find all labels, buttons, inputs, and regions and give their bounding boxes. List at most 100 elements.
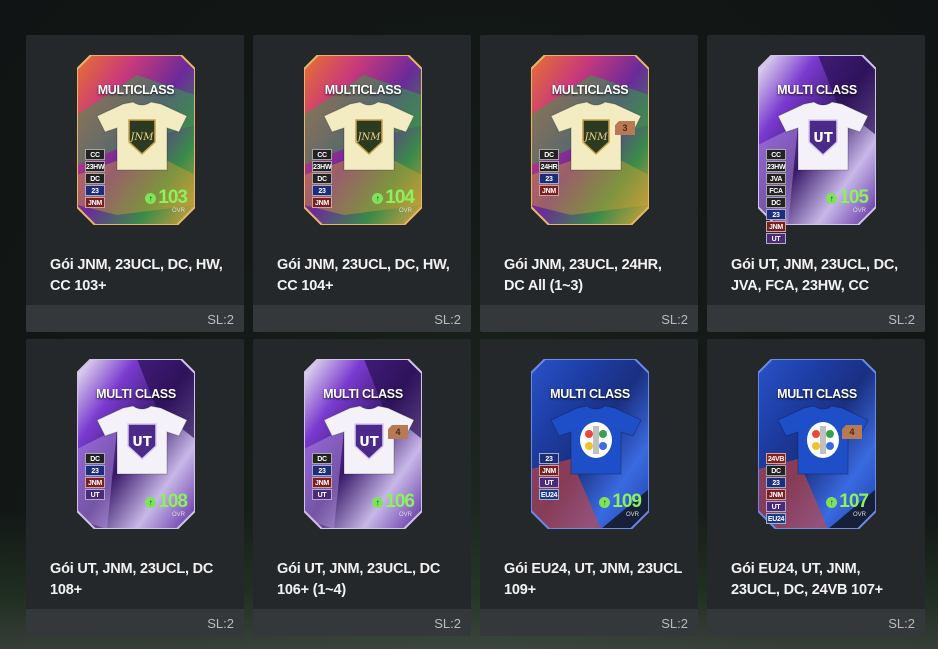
season-badge: 23 bbox=[539, 453, 559, 464]
season-badges: DC 23 JNM UT bbox=[312, 453, 332, 500]
season-badge: JNM bbox=[312, 197, 332, 208]
jersey-icon bbox=[776, 404, 870, 481]
pack-tile[interactable]: MULTICLASS JNM CC 23HW DC 23 JNM ↑ 103 OVR Gói J… bbox=[26, 35, 244, 332]
season-badges: 24VB DC 23 JNM UT EU24 bbox=[766, 453, 786, 524]
ovr-value: 106 bbox=[385, 491, 415, 512]
jersey-icon bbox=[549, 404, 643, 481]
ovr-value: 107 bbox=[839, 491, 869, 512]
pack-grid: MULTICLASS JNM CC 23HW DC 23 JNM ↑ 103 OVR Gói J… bbox=[26, 35, 925, 636]
season-badge: JNM bbox=[539, 185, 559, 196]
season-badge: JNM bbox=[766, 221, 786, 232]
tile-footer: SL:2 bbox=[26, 305, 244, 332]
season-badge: 24HR bbox=[539, 161, 559, 172]
ovr-rating: ↑ 107 bbox=[826, 491, 869, 513]
svg-text:UT: UT bbox=[813, 131, 833, 146]
season-badge: JNM bbox=[766, 489, 786, 500]
arrow-up-icon: ↑ bbox=[145, 192, 157, 204]
season-badge: UT bbox=[766, 233, 786, 244]
upgrade-level-badge: 4 bbox=[388, 425, 408, 439]
ovr-rating: ↑ 106 bbox=[372, 491, 415, 513]
pack-tile[interactable]: MULTI CLASS UT CC 23HW JVA FCA DC 23 JNM UT ↑ 105… bbox=[707, 35, 925, 332]
season-badge: DC bbox=[766, 197, 786, 208]
arrow-up-icon: ↑ bbox=[372, 496, 384, 508]
card-title: MULTI CLASS bbox=[550, 387, 630, 401]
season-badge: JVA bbox=[766, 173, 786, 184]
card-title: MULTICLASS bbox=[551, 83, 629, 97]
ovr-value: 103 bbox=[158, 187, 188, 208]
ovr-rating: ↑ 103 bbox=[145, 187, 188, 209]
pack-tile[interactable]: MULTI CLASS 23 JNM UT EU24 ↑ 109 OVR Gói EU24, … bbox=[480, 339, 698, 636]
tile-footer: SL:2 bbox=[480, 305, 698, 332]
svg-text:JNM: JNM bbox=[583, 132, 609, 143]
pack-quantity: SL:2 bbox=[207, 616, 234, 631]
season-badge: 23HW bbox=[766, 161, 786, 172]
season-badge: UT bbox=[85, 489, 105, 500]
ovr-label: OVR bbox=[171, 208, 185, 214]
pack-name: Gói UT, JNM, 23UCL, DC 108+ bbox=[50, 561, 214, 598]
pack-quantity: SL:2 bbox=[661, 312, 688, 327]
svg-text:UT: UT bbox=[132, 435, 152, 450]
jersey-icon: UT bbox=[95, 404, 189, 481]
season-badges: DC 23 JNM UT bbox=[85, 453, 105, 500]
pack-name: Gói JNM, 23UCL, DC, HW, CC 104+ bbox=[277, 257, 450, 294]
pack-quantity: SL:2 bbox=[434, 616, 461, 631]
season-badge: 23 bbox=[766, 209, 786, 220]
season-badges: CC 23HW JVA FCA DC 23 JNM UT bbox=[766, 149, 786, 244]
season-badge: DC bbox=[766, 465, 786, 476]
pack-tile[interactable]: MULTICLASS JNM 3 DC 24HR 23 JNM Gói JNM, 23UC… bbox=[480, 35, 698, 332]
season-badge: CC bbox=[85, 149, 105, 160]
season-badge: UT bbox=[766, 501, 786, 512]
jersey-icon: JNM bbox=[95, 100, 189, 177]
season-badge: FCA bbox=[766, 185, 786, 196]
season-badge: DC bbox=[85, 173, 105, 184]
pack-card-image: MULTI CLASS UT CC 23HW JVA FCA DC 23 JNM UT ↑ 105… bbox=[758, 55, 876, 244]
pack-card-image: MULTICLASS JNM CC 23HW DC 23 JNM ↑ 103 OVR bbox=[77, 55, 195, 225]
pack-tile[interactable]: MULTI CLASS UT 4 DC 23 JNM UT ↑ 106 OVR Gói UT, … bbox=[253, 339, 471, 636]
pack-name: Gói EU24, UT, JNM, 23UCL 109+ bbox=[504, 561, 682, 598]
season-badge: 23 bbox=[312, 185, 332, 196]
pack-quantity: SL:2 bbox=[888, 616, 915, 631]
season-badge: 23HW bbox=[85, 161, 105, 172]
season-badge: UT bbox=[312, 489, 332, 500]
pack-tile[interactable]: MULTICLASS JNM CC 23HW DC 23 JNM ↑ 104 OVR Gói J… bbox=[253, 35, 471, 332]
ovr-rating: ↑ 104 bbox=[372, 187, 415, 209]
pack-card-image: MULTI CLASS UT DC 23 JNM UT ↑ 108 OVR bbox=[77, 359, 195, 529]
season-badges: CC 23HW DC 23 JNM bbox=[312, 149, 332, 208]
ovr-label: OVR bbox=[852, 208, 866, 214]
ovr-value: 109 bbox=[612, 491, 642, 512]
season-badge: CC bbox=[312, 149, 332, 160]
pack-card-image: MULTICLASS JNM 3 DC 24HR 23 JNM bbox=[531, 55, 649, 225]
season-badge: DC bbox=[312, 453, 332, 464]
pack-name: Gói EU24, UT, JNM, 23UCL, DC, 24VB 107+ bbox=[731, 561, 883, 598]
season-badge: DC bbox=[85, 453, 105, 464]
season-badge: DC bbox=[312, 173, 332, 184]
card-title: MULTICLASS bbox=[97, 83, 175, 97]
season-badge: JNM bbox=[539, 465, 559, 476]
svg-text:JNM: JNM bbox=[356, 132, 382, 143]
card-title: MULTI CLASS bbox=[777, 83, 857, 97]
ovr-value: 104 bbox=[385, 187, 415, 208]
season-badge: 23 bbox=[766, 477, 786, 488]
tile-footer: SL:2 bbox=[26, 609, 244, 636]
tile-footer: SL:2 bbox=[253, 305, 471, 332]
season-badge: 23 bbox=[312, 465, 332, 476]
pack-tile[interactable]: MULTI CLASS UT DC 23 JNM UT ↑ 108 OVR Gói UT, J… bbox=[26, 339, 244, 636]
season-badge: 24VB bbox=[766, 453, 786, 464]
season-badge: CC bbox=[766, 149, 786, 160]
tile-footer: SL:2 bbox=[707, 305, 925, 332]
season-badges: CC 23HW DC 23 JNM bbox=[85, 149, 105, 208]
ovr-rating: ↑ 108 bbox=[145, 491, 188, 513]
season-badges: 23 JNM UT EU24 bbox=[539, 453, 559, 500]
jersey-icon: JNM bbox=[549, 100, 643, 177]
ovr-label: OVR bbox=[171, 512, 185, 518]
pack-quantity: SL:2 bbox=[434, 312, 461, 327]
tile-footer: SL:2 bbox=[707, 609, 925, 636]
arrow-up-icon: ↑ bbox=[826, 496, 838, 508]
arrow-up-icon: ↑ bbox=[599, 496, 611, 508]
pack-quantity: SL:2 bbox=[888, 312, 915, 327]
svg-text:UT: UT bbox=[359, 435, 379, 450]
ovr-rating: ↑ 105 bbox=[826, 187, 869, 209]
pack-tile[interactable]: MULTI CLASS 4 24VB DC 23 JNM UT EU24 ↑ 107 OVR Gói… bbox=[707, 339, 925, 636]
pack-quantity: SL:2 bbox=[661, 616, 688, 631]
upgrade-level-badge: 3 bbox=[615, 121, 635, 135]
